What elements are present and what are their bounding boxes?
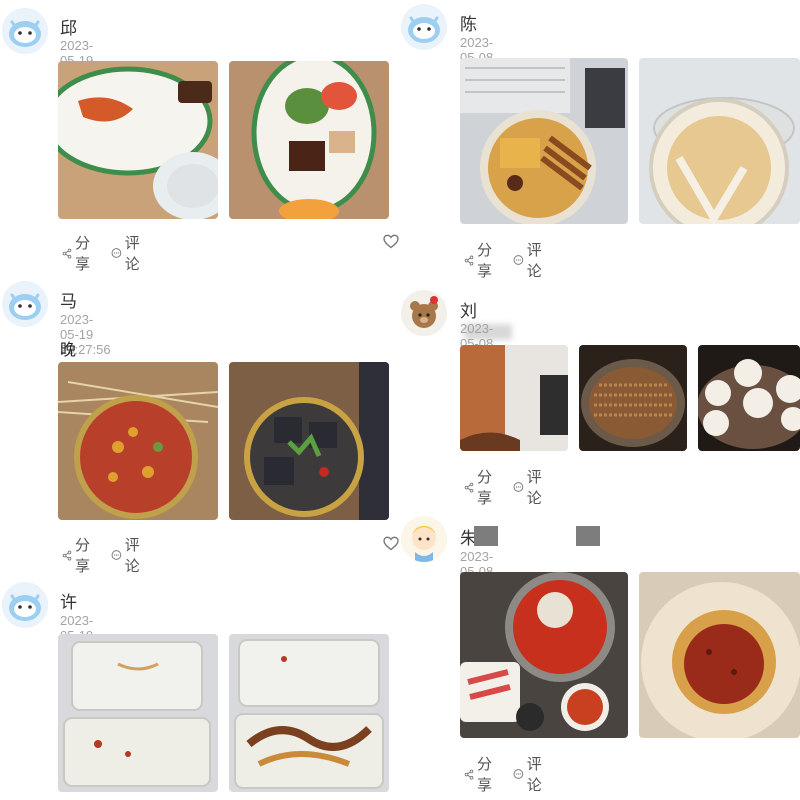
post-photo[interactable] (460, 58, 628, 224)
share-icon (464, 482, 474, 492)
post-actions: 分享 评论 (62, 232, 161, 274)
share-button[interactable]: 分享 (464, 753, 497, 795)
comment-button[interactable]: 评论 (111, 534, 145, 576)
post-actions: 分享 评论 (464, 753, 563, 795)
comment-label: 评论 (526, 468, 542, 507)
avatar[interactable] (401, 4, 447, 50)
post-author[interactable]: 陈 (460, 10, 477, 35)
heart-icon[interactable] (383, 234, 399, 249)
share-icon (62, 248, 72, 258)
share-label: 分享 (477, 755, 493, 794)
share-button[interactable]: 分享 (62, 232, 95, 274)
post-photo[interactable] (229, 634, 389, 792)
avatar[interactable] (2, 281, 48, 327)
post-actions: 分享 评论 (62, 534, 161, 576)
post-actions: 分享 评论 (464, 466, 563, 508)
post-photo[interactable] (460, 345, 568, 451)
comment-label: 评论 (124, 536, 140, 575)
share-button[interactable]: 分享 (464, 466, 497, 508)
share-label: 分享 (75, 536, 91, 575)
avatar[interactable] (401, 516, 447, 562)
comment-label: 评论 (124, 234, 140, 273)
post-photo[interactable] (229, 61, 389, 219)
comment-button[interactable]: 评论 (513, 753, 547, 795)
share-label: 分享 (75, 234, 91, 273)
share-label: 分享 (477, 468, 493, 507)
comment-icon (513, 482, 524, 492)
share-label: 分享 (477, 241, 493, 280)
post-photo[interactable] (639, 58, 800, 224)
comment-icon (513, 769, 524, 779)
post-photo[interactable] (579, 345, 687, 451)
comment-icon (111, 248, 122, 258)
post-photo[interactable] (229, 362, 389, 520)
post-photo[interactable] (460, 572, 628, 738)
post-author-name: 刘 (460, 302, 477, 322)
avatar[interactable] (2, 582, 48, 628)
avatar[interactable] (401, 290, 447, 336)
comment-icon (111, 550, 122, 560)
comment-icon (513, 255, 524, 265)
post-photo[interactable] (698, 345, 800, 451)
comment-label: 评论 (526, 241, 542, 280)
post-author[interactable]: 许 (60, 588, 77, 613)
share-button[interactable]: 分享 (62, 534, 95, 576)
share-button[interactable]: 分享 (464, 239, 497, 281)
post-photo[interactable] (639, 572, 800, 738)
post-photo[interactable] (58, 61, 218, 219)
avatar[interactable] (2, 8, 48, 54)
heart-icon[interactable] (383, 536, 399, 551)
redacted-block (474, 526, 498, 546)
comment-button[interactable]: 评论 (513, 239, 547, 281)
share-icon (62, 550, 72, 560)
post-photo[interactable] (58, 634, 218, 792)
redacted-block (576, 526, 600, 546)
post-author[interactable]: 马 (60, 287, 77, 312)
share-icon (464, 769, 474, 779)
comment-button[interactable]: 评论 (513, 466, 547, 508)
post-actions: 分享 评论 (464, 239, 563, 281)
comment-label: 评论 (526, 755, 542, 794)
post-author[interactable]: 邱 (60, 14, 77, 39)
share-icon (464, 255, 474, 265)
post-photo[interactable] (58, 362, 218, 520)
comment-button[interactable]: 评论 (111, 232, 145, 274)
